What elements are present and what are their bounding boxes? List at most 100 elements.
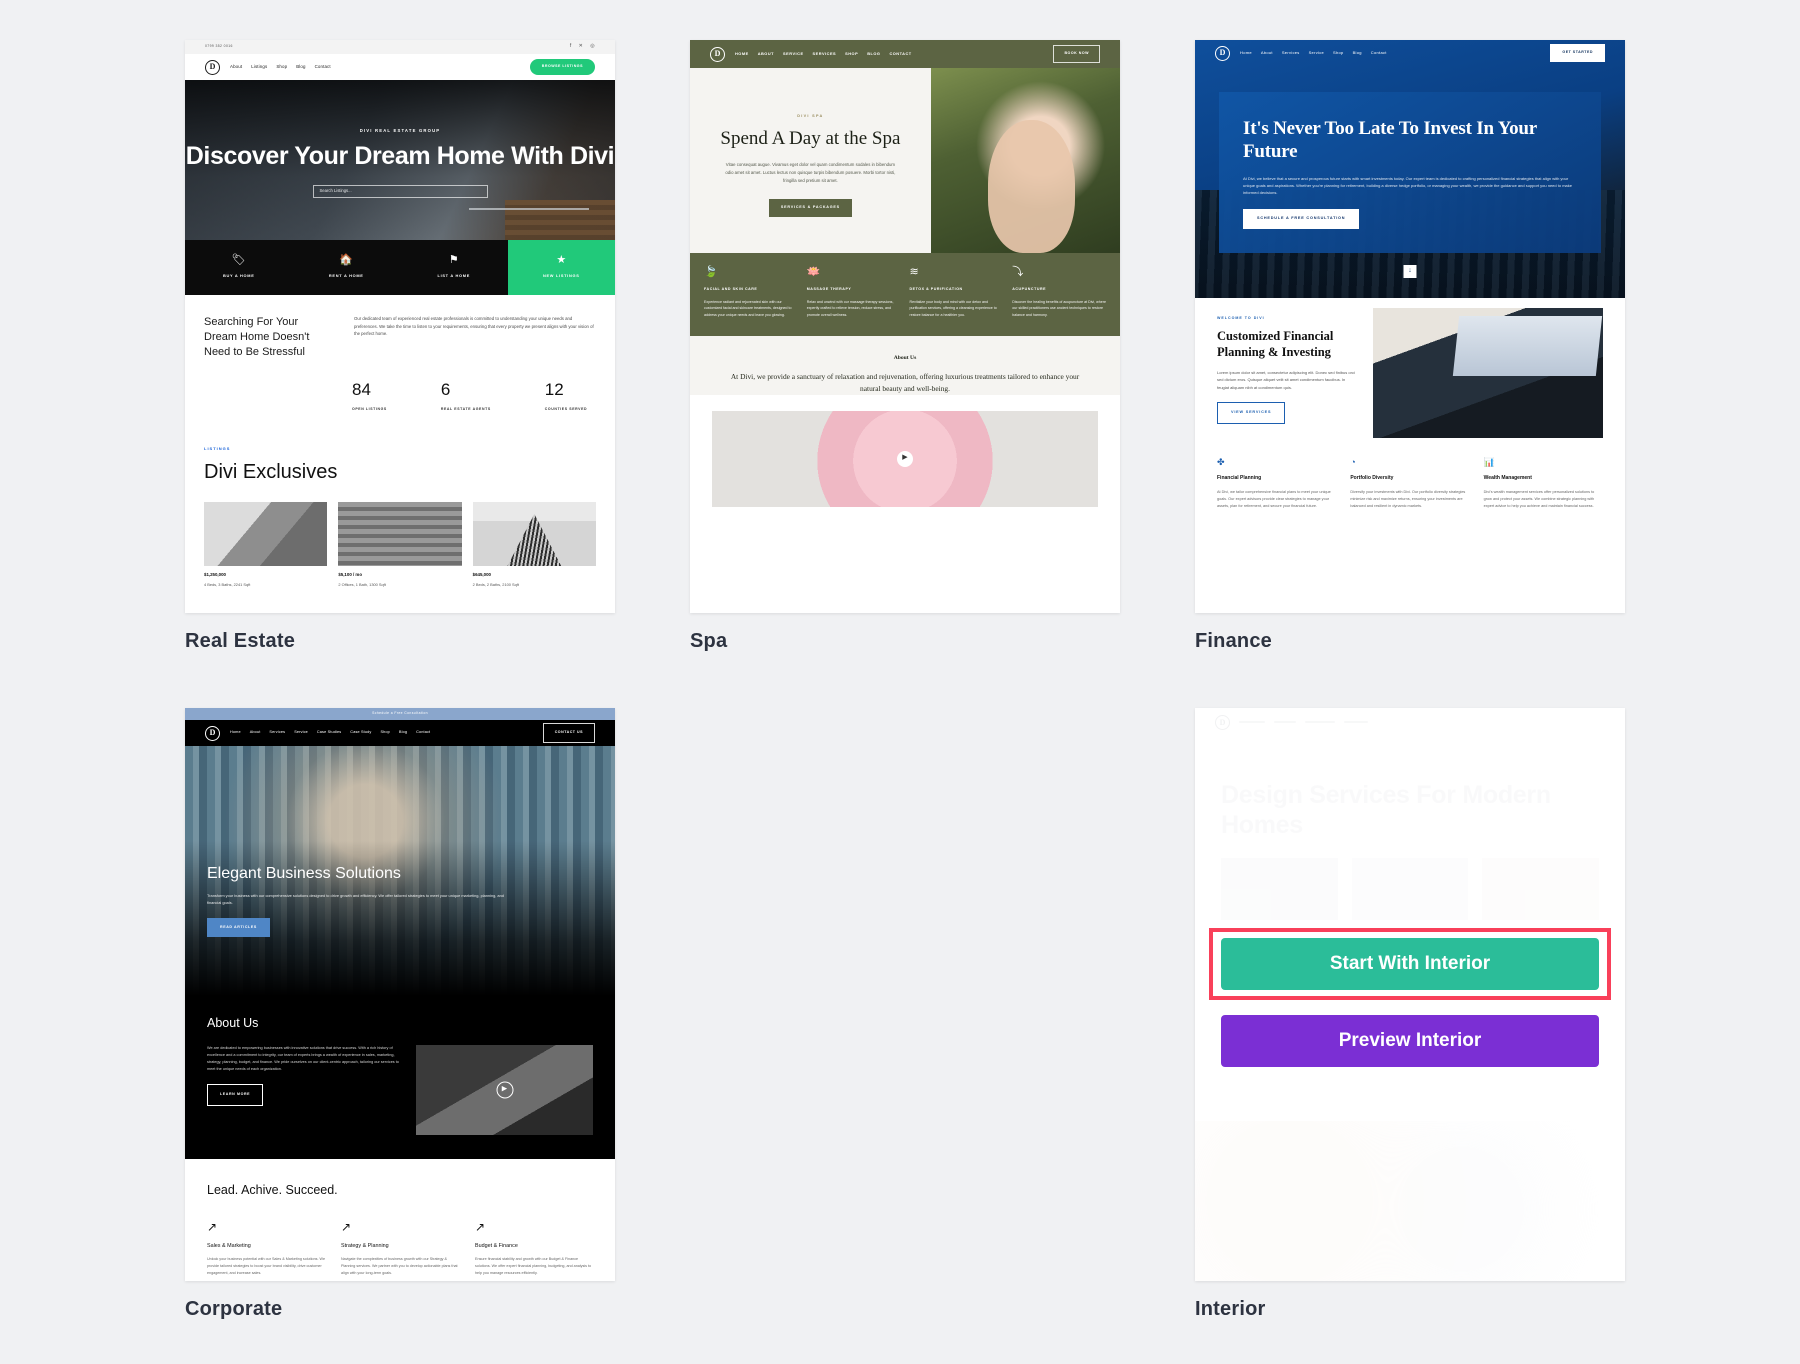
spa-nav-item[interactable]: BLOG bbox=[867, 51, 880, 57]
fin-nav-item[interactable]: Shop bbox=[1333, 50, 1344, 56]
play-icon[interactable]: ▶ bbox=[496, 1082, 513, 1099]
re-new-listings-tile[interactable]: ★ NEW LISTINGS bbox=[508, 240, 616, 295]
bar-chart-icon: 📊 bbox=[1484, 458, 1603, 467]
re-nav-item[interactable]: About bbox=[230, 64, 242, 71]
spa-nav-item[interactable]: SERVICE bbox=[783, 51, 804, 57]
feature-text: Relax and unwind with our massage therap… bbox=[807, 299, 901, 319]
re-nav-item[interactable]: Blog bbox=[296, 64, 305, 71]
spa-nav-item[interactable]: SERVICES bbox=[813, 51, 837, 57]
fin-nav-item[interactable]: About bbox=[1261, 50, 1273, 56]
spa-nav-item[interactable]: CONTACT bbox=[889, 51, 911, 57]
cor-nav-item[interactable]: Blog bbox=[399, 730, 407, 736]
spa-feature: ≋ DETOX & PURIFICATION Revitalize your b… bbox=[910, 267, 1004, 318]
pack-label-finance: Finance bbox=[1195, 630, 1625, 653]
finance-preview[interactable]: D Home About Services Service Shop Blog … bbox=[1195, 40, 1625, 613]
house-icon: 🏠 bbox=[339, 255, 353, 266]
scroll-down-icon[interactable]: ↓ bbox=[1404, 265, 1417, 278]
cor-features: ↗ Sales & Marketing Unlock your business… bbox=[207, 1221, 593, 1277]
re-hero: DIVI REAL ESTATE GROUP Discover Your Dre… bbox=[185, 80, 615, 295]
fin-text: At Divi, we believe that a secure and pr… bbox=[1243, 175, 1577, 197]
nav-placeholder bbox=[1239, 721, 1265, 723]
puzzle-icon: ✤ bbox=[1217, 458, 1336, 467]
tile-label: LIST A HOME bbox=[438, 273, 470, 279]
re-listing-cards: $1,250,000 4 Beds, 3 Baths, 2241 Sqft $5… bbox=[204, 502, 596, 588]
fin-nav-item[interactable]: Service bbox=[1309, 50, 1324, 56]
listing-meta: 2 Offices, 1 Bath, 1300 Sqft bbox=[338, 582, 461, 588]
cor-contact-us-button[interactable]: CONTACT US bbox=[543, 723, 595, 743]
cor-nav-item[interactable]: Case Study bbox=[350, 730, 371, 736]
interior-preview[interactable]: D Design Services For Modern Homes bbox=[1195, 708, 1625, 1281]
cor-about: About Us We are dedicated to empowering … bbox=[185, 996, 615, 1159]
int-block bbox=[1221, 858, 1338, 920]
cor-text: Transform your business with our compreh… bbox=[207, 893, 508, 907]
re-listings-title: Divi Exclusives bbox=[204, 457, 596, 488]
spa-nav-item[interactable]: HOME bbox=[735, 51, 749, 57]
fin-consultation-button[interactable]: SCHEDULE A FREE CONSULTATION bbox=[1243, 209, 1359, 229]
re-nav-item[interactable]: Shop bbox=[276, 64, 287, 71]
re-listing-card[interactable]: $5,100 / mo 2 Offices, 1 Bath, 1300 Sqft bbox=[338, 502, 461, 588]
spa-about-title: About Us bbox=[720, 354, 1090, 363]
re-hero-headline: Discover Your Dream Home With Divi bbox=[185, 142, 615, 171]
instagram-icon[interactable]: ◎ bbox=[590, 43, 595, 51]
pack-card-interior[interactable]: D Design Services For Modern Homes bbox=[1195, 708, 1625, 1321]
cor-nav-item[interactable]: Home bbox=[230, 730, 241, 736]
cor-nav-item[interactable]: Services bbox=[269, 730, 285, 736]
fin-nav-item[interactable]: Blog bbox=[1353, 50, 1362, 56]
fin-nav-item[interactable]: Contact bbox=[1371, 50, 1387, 56]
re-nav-item[interactable]: Listings bbox=[251, 64, 267, 71]
cor-navbar: D Home About Services Service Case Studi… bbox=[185, 720, 615, 746]
pack-card-corporate[interactable]: Schedule a Free Consultation D Home Abou… bbox=[185, 708, 615, 1321]
spa-preview[interactable]: D HOME ABOUT SERVICE SERVICES SHOP BLOG … bbox=[690, 40, 1120, 613]
fin-nav-item[interactable]: Services bbox=[1282, 50, 1300, 56]
corporate-preview[interactable]: Schedule a Free Consultation D Home Abou… bbox=[185, 708, 615, 1281]
cor-nav-item[interactable]: Shop bbox=[380, 730, 389, 736]
fin-navbar: D Home About Services Service Shop Blog … bbox=[1195, 40, 1625, 66]
stat-number: 12 bbox=[545, 377, 587, 403]
real-estate-preview[interactable]: 0799 352 0016 f ✕ ◎ D About Listings Sho… bbox=[185, 40, 615, 613]
re-browse-listings-button[interactable]: BROWSE LISTINGS bbox=[530, 59, 595, 75]
spa-video-thumbnail[interactable]: ▶ bbox=[712, 411, 1098, 507]
spa-book-now-button[interactable]: BOOK NOW bbox=[1053, 45, 1100, 63]
acupuncture-icon: ⤵ bbox=[1012, 267, 1106, 278]
cor-announcement-bar[interactable]: Schedule a Free Consultation bbox=[185, 708, 615, 720]
cor-feature: ↗ Budget & Finance Ensure financial stab… bbox=[475, 1221, 593, 1277]
fin-feature: 📊 Wealth Management Divi's wealth manage… bbox=[1484, 458, 1603, 510]
preview-interior-button[interactable]: Preview Interior bbox=[1221, 1015, 1599, 1067]
int-headline: Design Services For Modern Homes bbox=[1195, 736, 1625, 840]
pack-card-spa[interactable]: D HOME ABOUT SERVICE SERVICES SHOP BLOG … bbox=[690, 40, 1120, 653]
re-stat: 84 OPEN LISTINGS bbox=[352, 377, 387, 413]
fin-section-title: Customized Financial Planning & Investin… bbox=[1217, 328, 1357, 361]
fin-get-started-button[interactable]: GET STARTED bbox=[1550, 44, 1605, 62]
cor-nav-item[interactable]: Service bbox=[294, 730, 308, 736]
spa-nav-item[interactable]: SHOP bbox=[845, 51, 858, 57]
re-list-a-home-tile[interactable]: ⚑ LIST A HOME bbox=[400, 240, 508, 295]
stat-label: OPEN LISTINGS bbox=[352, 407, 387, 412]
pack-card-finance[interactable]: D Home About Services Service Shop Blog … bbox=[1195, 40, 1625, 653]
re-search-input[interactable]: Search Listings... bbox=[313, 185, 488, 198]
cor-read-articles-button[interactable]: READ ARTICLES bbox=[207, 918, 270, 938]
re-rent-a-home-tile[interactable]: 🏠 RENT A HOME bbox=[293, 240, 401, 295]
fin-view-services-button[interactable]: VIEW SERVICES bbox=[1217, 402, 1285, 424]
cor-learn-more-button[interactable]: LEARN MORE bbox=[207, 1084, 263, 1106]
spa-services-button[interactable]: SERVICES & PACKAGES bbox=[769, 199, 852, 217]
fin-hero-panel: It's Never Too Late To Invest In Your Fu… bbox=[1219, 92, 1601, 253]
cor-nav-item[interactable]: Case Studies bbox=[317, 730, 341, 736]
stat-label: REAL ESTATE AGENTS bbox=[441, 407, 491, 412]
play-icon[interactable]: ▶ bbox=[897, 451, 913, 467]
re-listing-card[interactable]: $645,000 2 Beds, 2 Baths, 2100 Sqft bbox=[473, 502, 596, 588]
facebook-icon[interactable]: f bbox=[570, 43, 572, 51]
spa-nav-item[interactable]: ABOUT bbox=[758, 51, 774, 57]
cor-about-copy: We are dedicated to empowering businesse… bbox=[207, 1045, 400, 1135]
pack-card-real-estate[interactable]: 0799 352 0016 f ✕ ◎ D About Listings Sho… bbox=[185, 40, 615, 653]
cor-tagline: Lead. Achive. Succeed. bbox=[207, 1181, 593, 1200]
cor-nav-item[interactable]: Contact bbox=[416, 730, 430, 736]
x-icon[interactable]: ✕ bbox=[579, 43, 584, 51]
re-buy-a-home-tile[interactable]: 🏷 BUY A HOME bbox=[185, 240, 293, 295]
re-listing-card[interactable]: $1,250,000 4 Beds, 3 Baths, 2241 Sqft bbox=[204, 502, 327, 588]
int-block bbox=[1352, 858, 1469, 920]
cor-nav-item[interactable]: About bbox=[250, 730, 261, 736]
fin-nav-item[interactable]: Home bbox=[1240, 50, 1252, 56]
start-with-interior-button[interactable]: Start With Interior bbox=[1221, 938, 1599, 990]
cor-video-thumbnail[interactable]: ▶ bbox=[416, 1045, 593, 1135]
re-nav-item[interactable]: Contact bbox=[315, 64, 331, 71]
